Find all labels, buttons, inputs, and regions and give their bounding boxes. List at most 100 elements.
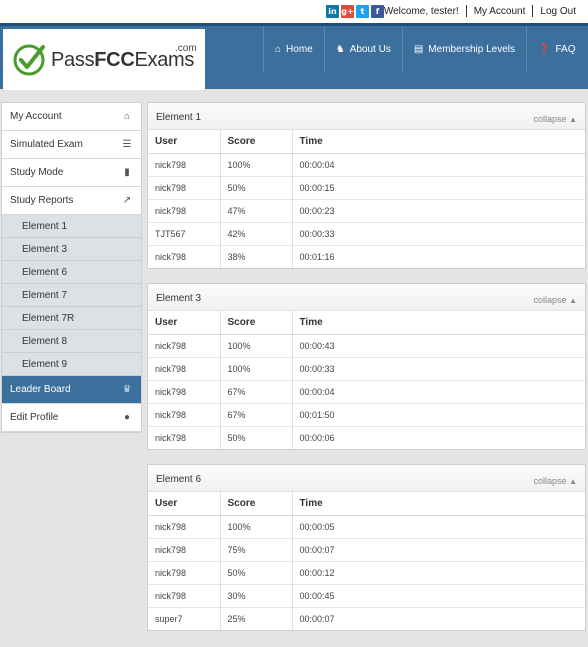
score-cell: 67% bbox=[219, 402, 292, 426]
time-cell: 00:00:33 bbox=[291, 356, 585, 380]
nav-membership-levels[interactable]: ▤ Membership Levels bbox=[401, 26, 526, 72]
score-cell: 100% bbox=[219, 334, 292, 357]
twitter-icon[interactable]: t bbox=[356, 5, 369, 18]
score-cell: 50% bbox=[219, 175, 292, 199]
sidebar-item-simulated-exam[interactable]: Simulated Exam ☰ bbox=[2, 131, 141, 159]
column-header: Time bbox=[291, 130, 585, 154]
table-row: nick798 50% 00:00:06 bbox=[148, 425, 585, 449]
collapse-toggle[interactable]: collapse ▲ bbox=[534, 295, 577, 305]
sidebar-item-edit-profile[interactable]: Edit Profile ● bbox=[2, 404, 141, 432]
nav-label: Membership Levels bbox=[428, 43, 516, 55]
sidebar-item-label: Study Mode bbox=[10, 167, 64, 178]
score-cell: 25% bbox=[219, 606, 292, 630]
chart-icon: ↗ bbox=[122, 195, 132, 206]
sidebar-subitem-element-8[interactable]: Element 8 bbox=[2, 330, 141, 353]
score-cell: 75% bbox=[219, 537, 292, 561]
time-cell: 00:00:04 bbox=[291, 379, 585, 403]
collapse-toggle[interactable]: collapse ▲ bbox=[534, 114, 577, 124]
score-cell: 38% bbox=[219, 244, 292, 268]
column-header: Time bbox=[291, 492, 585, 516]
sidebar-subitem-element-7[interactable]: Element 7 bbox=[2, 284, 141, 307]
nav-label: Home bbox=[286, 43, 313, 55]
facebook-icon[interactable]: f bbox=[371, 5, 384, 18]
nav-about-us[interactable]: ♞ About Us bbox=[323, 26, 402, 72]
google-plus-icon[interactable]: g+ bbox=[341, 5, 354, 18]
sidebar-item-leader-board[interactable]: Leader Board ♛ bbox=[2, 376, 141, 404]
user-cell: nick798 bbox=[148, 379, 220, 403]
score-cell: 100% bbox=[219, 153, 292, 176]
sidebar-item-study-mode[interactable]: Study Mode ▮ bbox=[2, 159, 141, 187]
scores-table: User Score Time nick798 100% 00:00:05 nick… bbox=[148, 492, 585, 630]
linkedin-icon[interactable]: in bbox=[326, 5, 339, 18]
user-cell: nick798 bbox=[148, 356, 220, 380]
user-cell: nick798 bbox=[155, 159, 187, 170]
score-cell: 47% bbox=[219, 198, 292, 222]
column-header: Score bbox=[219, 311, 292, 335]
nav-label: About Us bbox=[349, 43, 391, 55]
table-header-row: User Score Time bbox=[148, 492, 585, 516]
score-cell: 30% bbox=[219, 583, 292, 607]
chevron-up-icon: ▲ bbox=[569, 296, 577, 305]
chevron-up-icon: ▲ bbox=[569, 115, 577, 124]
table-row: nick798 50% 00:00:12 bbox=[148, 560, 585, 584]
score-cell: 100% bbox=[219, 515, 292, 538]
table-row: nick798 100% 00:00:04 bbox=[148, 153, 585, 176]
logo-dotcom: .com bbox=[175, 43, 197, 54]
book-icon: ▮ bbox=[124, 167, 130, 178]
column-header: User bbox=[148, 130, 220, 154]
sidebar-item-label: Edit Profile bbox=[10, 412, 59, 423]
time-cell: 00:00:15 bbox=[291, 175, 585, 199]
table-row: nick798 100% 00:00:43 bbox=[148, 334, 585, 357]
panel-title: Element 1 bbox=[156, 112, 202, 123]
column-header: User bbox=[148, 311, 220, 335]
nav-label: FAQ bbox=[555, 43, 576, 55]
time-cell: 00:00:23 bbox=[291, 198, 585, 222]
collapse-toggle[interactable]: collapse ▲ bbox=[534, 476, 577, 486]
sidebar-subitem-element-1[interactable]: Element 1 bbox=[2, 215, 141, 238]
sidebar-subitem-element-6[interactable]: Element 6 bbox=[2, 261, 141, 284]
sidebar-subitem-element-7r[interactable]: Element 7R bbox=[2, 307, 141, 330]
score-cell: 67% bbox=[219, 379, 292, 403]
sidebar-item-label: Simulated Exam bbox=[10, 139, 83, 150]
column-header: User bbox=[148, 492, 220, 516]
user-cell: nick798 bbox=[148, 402, 220, 426]
nav-home[interactable]: ⌂ Home bbox=[263, 26, 324, 72]
sidebar-item-my-account[interactable]: My Account ⌂ bbox=[2, 103, 141, 131]
panel-title: Element 3 bbox=[156, 293, 202, 304]
time-cell: 00:00:05 bbox=[291, 515, 585, 538]
divider bbox=[532, 5, 534, 17]
column-header: Score bbox=[219, 492, 292, 516]
site-header: PassFCCExams .com ⌂ Home ♞ About Us ▤ Me… bbox=[0, 23, 588, 90]
sidebar-item-study-reports[interactable]: Study Reports ↗ bbox=[2, 187, 141, 215]
score-cell: 42% bbox=[219, 221, 292, 245]
sidebar: My Account ⌂ Simulated Exam ☰ Study Mode… bbox=[1, 102, 142, 433]
time-cell: 00:00:06 bbox=[291, 425, 585, 449]
site-logo[interactable]: PassFCCExams .com bbox=[3, 29, 205, 90]
table-header-row: User Score Time bbox=[148, 130, 585, 154]
table-row: nick798 67% 00:01:50 bbox=[148, 402, 585, 426]
home-icon: ⌂ bbox=[275, 43, 282, 55]
sidebar-item-label: My Account bbox=[10, 111, 62, 122]
sidebar-subitem-element-3[interactable]: Element 3 bbox=[2, 238, 141, 261]
user-cell: super7 bbox=[148, 606, 220, 630]
sidebar-subitem-element-9[interactable]: Element 9 bbox=[2, 353, 141, 376]
panel-header: Element 3 collapse ▲ bbox=[148, 284, 585, 311]
table-row: TJT567 42% 00:00:33 bbox=[148, 221, 585, 245]
user-cell: nick798 bbox=[148, 537, 220, 561]
column-header: Score bbox=[219, 130, 292, 154]
sidebar-item-label: Leader Board bbox=[10, 384, 71, 395]
panel-title: Element 6 bbox=[156, 474, 202, 485]
leaderboard-panel-element-1: Element 1 collapse ▲ User Score Time nic… bbox=[147, 102, 586, 269]
table-row: nick798 38% 00:01:16 bbox=[148, 244, 585, 268]
my-account-link[interactable]: My Account bbox=[474, 6, 526, 17]
table-header-row: User Score Time bbox=[148, 311, 585, 335]
time-cell: 00:00:12 bbox=[291, 560, 585, 584]
table-row: nick798 67% 00:00:04 bbox=[148, 379, 585, 403]
nav-faq[interactable]: ❓ FAQ bbox=[526, 26, 586, 72]
user-cell: nick798 bbox=[148, 583, 220, 607]
log-out-link[interactable]: Log Out bbox=[540, 6, 576, 17]
score-cell: 50% bbox=[219, 560, 292, 584]
time-cell: 00:01:50 bbox=[291, 402, 585, 426]
checkmark-logo-icon bbox=[13, 44, 45, 76]
user-cell: TJT567 bbox=[148, 221, 220, 245]
